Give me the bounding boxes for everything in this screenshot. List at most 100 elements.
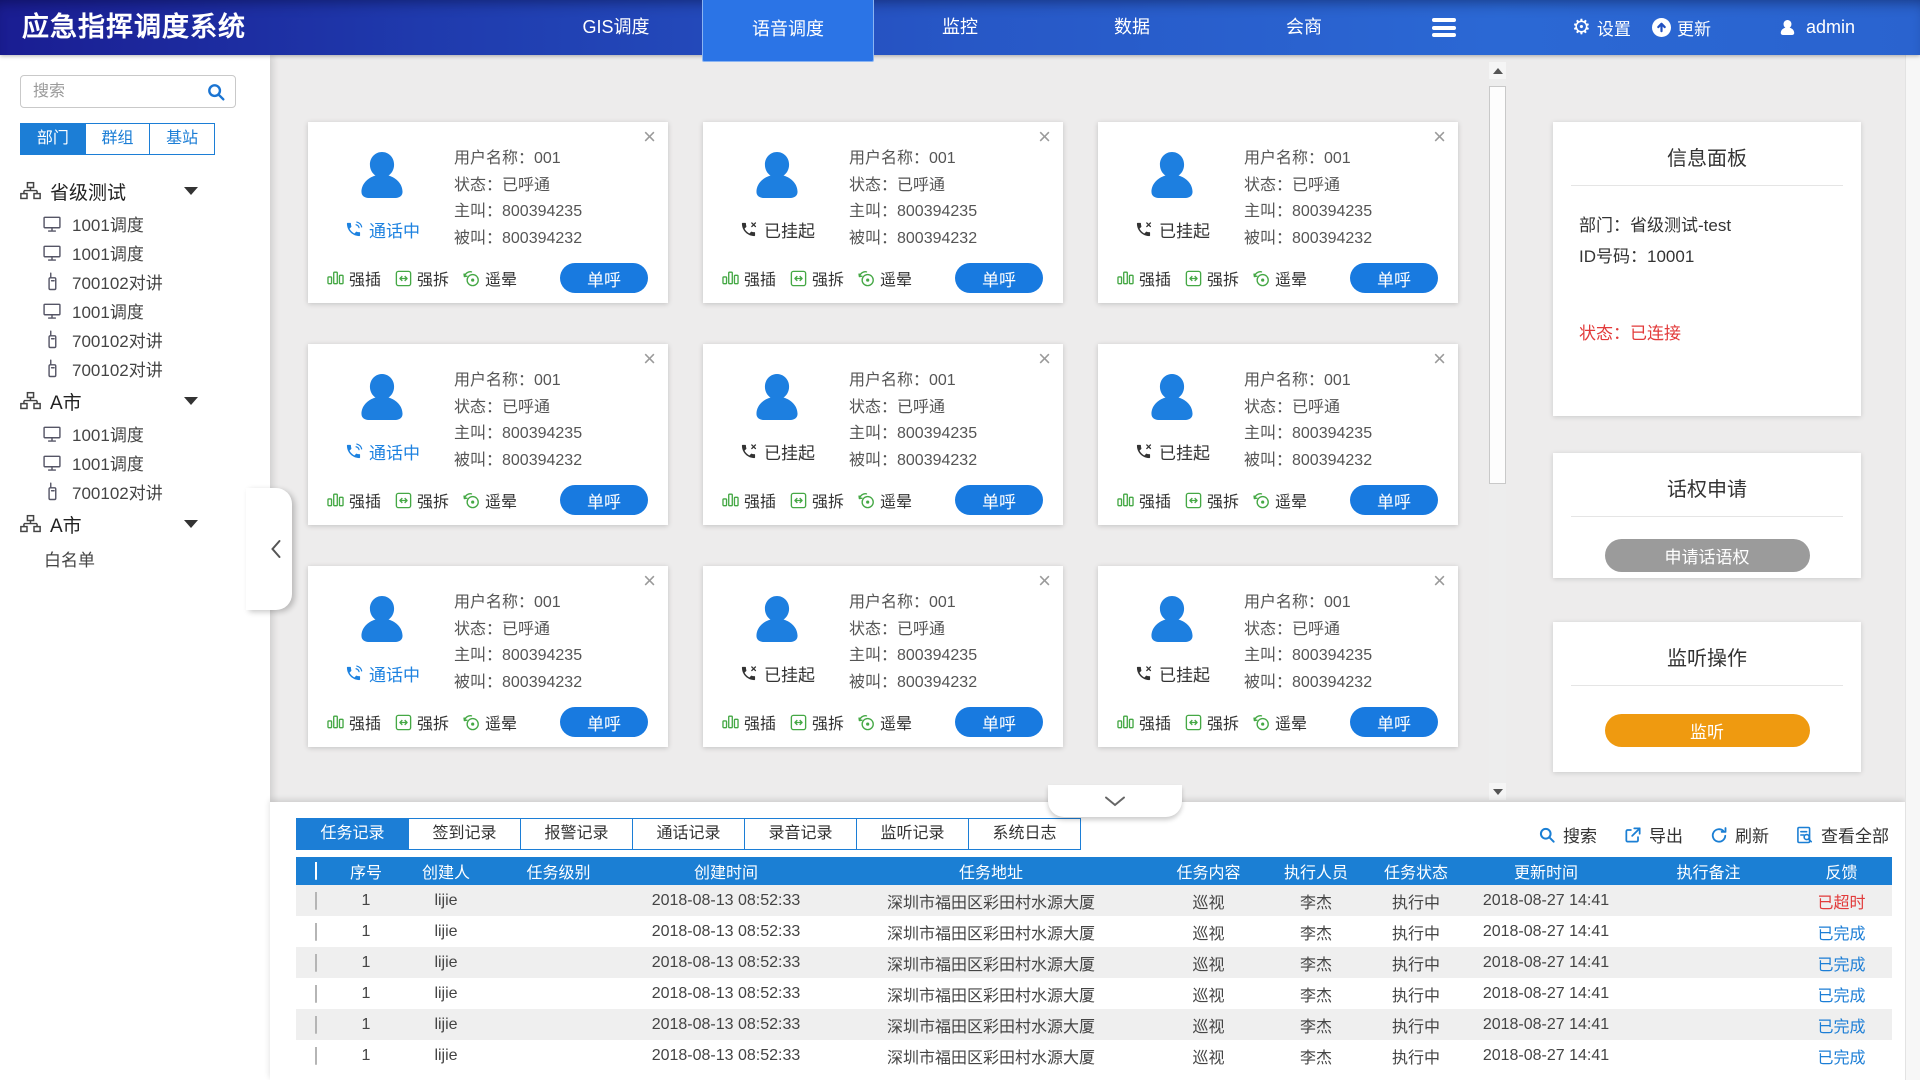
tree-group-row[interactable]: A市: [20, 383, 198, 419]
force-insert-button[interactable]: 强插: [1116, 266, 1171, 290]
single-call-button[interactable]: 单呼: [955, 485, 1043, 515]
close-icon[interactable]: ×: [1038, 348, 1051, 370]
force-release-button[interactable]: 强拆: [394, 710, 449, 734]
table-row[interactable]: 1 lijie 2018-08-13 08:52:33 深圳市福田区彩田村水源大…: [296, 947, 1892, 978]
force-release-button[interactable]: 强拆: [789, 710, 844, 734]
table-row[interactable]: 1 lijie 2018-08-13 08:52:33 深圳市福田区彩田村水源大…: [296, 916, 1892, 947]
record-tab[interactable]: 任务记录: [296, 818, 409, 850]
view-all-button[interactable]: 查看全部: [1795, 822, 1889, 847]
tree-item[interactable]: 1001调度: [20, 419, 270, 448]
tree-item[interactable]: 1001调度: [20, 238, 270, 267]
monitor-button[interactable]: 监听: [1605, 714, 1810, 747]
remote-stun-button[interactable]: 遥晕: [857, 710, 912, 734]
sidebar-tab[interactable]: 基站: [149, 123, 215, 155]
row-checkbox[interactable]: [315, 954, 317, 972]
close-icon[interactable]: ×: [1038, 570, 1051, 592]
force-release-button[interactable]: 强拆: [1184, 710, 1239, 734]
single-call-button[interactable]: 单呼: [560, 707, 648, 737]
record-tab[interactable]: 监听记录: [856, 818, 969, 850]
close-icon[interactable]: ×: [643, 348, 656, 370]
tree-item[interactable]: 1001调度: [20, 296, 270, 325]
row-checkbox[interactable]: [315, 1016, 317, 1034]
page-scrollbar[interactable]: [1905, 55, 1920, 1080]
search-button[interactable]: 搜索: [1537, 822, 1597, 847]
force-insert-button[interactable]: 强插: [721, 710, 776, 734]
force-release-button[interactable]: 强拆: [394, 488, 449, 512]
sidebar-collapse-handle[interactable]: [246, 488, 292, 610]
bottom-panel-collapse-handle[interactable]: [1048, 785, 1182, 817]
force-release-button[interactable]: 强拆: [789, 266, 844, 290]
tree-item[interactable]: 700102对讲: [20, 477, 270, 506]
record-tab[interactable]: 录音记录: [744, 818, 857, 850]
nav-item-3[interactable]: 数据: [1046, 0, 1218, 55]
tree-item[interactable]: 700102对讲: [20, 325, 270, 354]
force-insert-button[interactable]: 强插: [1116, 710, 1171, 734]
scroll-up-icon[interactable]: [1489, 62, 1506, 79]
record-tab[interactable]: 签到记录: [408, 818, 521, 850]
force-release-button[interactable]: 强拆: [394, 266, 449, 290]
remote-stun-button[interactable]: 遥晕: [857, 488, 912, 512]
single-call-button[interactable]: 单呼: [560, 263, 648, 293]
table-row[interactable]: 1 lijie 2018-08-13 08:52:33 深圳市福田区彩田村水源大…: [296, 1040, 1892, 1071]
single-call-button[interactable]: 单呼: [1350, 485, 1438, 515]
close-icon[interactable]: ×: [1433, 126, 1446, 148]
tree-item[interactable]: 1001调度: [20, 448, 270, 477]
force-insert-button[interactable]: 强插: [326, 266, 381, 290]
caret-down-icon[interactable]: [184, 397, 198, 405]
force-insert-button[interactable]: 强插: [326, 710, 381, 734]
search-icon[interactable]: [205, 81, 227, 103]
record-tab[interactable]: 通话记录: [632, 818, 745, 850]
tree-group-row[interactable]: A市: [20, 506, 198, 542]
export-button[interactable]: 导出: [1623, 822, 1683, 847]
user-menu[interactable]: admin: [1778, 0, 1855, 55]
table-row[interactable]: 1 lijie 2018-08-13 08:52:33 深圳市福田区彩田村水源大…: [296, 978, 1892, 1009]
remote-stun-button[interactable]: 遥晕: [1252, 710, 1307, 734]
cards-scrollbar[interactable]: [1489, 62, 1506, 800]
scroll-down-icon[interactable]: [1489, 783, 1506, 800]
select-all-checkbox[interactable]: [315, 862, 317, 880]
force-insert-button[interactable]: 强插: [721, 488, 776, 512]
nav-item-1[interactable]: 语音调度: [702, 0, 874, 62]
tree-item[interactable]: 700102对讲: [20, 267, 270, 296]
row-checkbox[interactable]: [315, 985, 317, 1003]
sidebar-tab[interactable]: 部门: [20, 123, 86, 155]
caret-down-icon[interactable]: [184, 520, 198, 528]
hamburger-menu-icon[interactable]: [1432, 18, 1456, 37]
single-call-button[interactable]: 单呼: [1350, 263, 1438, 293]
record-tab[interactable]: 报警记录: [520, 818, 633, 850]
force-release-button[interactable]: 强拆: [789, 488, 844, 512]
close-icon[interactable]: ×: [643, 570, 656, 592]
single-call-button[interactable]: 单呼: [560, 485, 648, 515]
refresh-button[interactable]: 刷新: [1709, 822, 1769, 847]
sidebar-tab[interactable]: 群组: [85, 123, 151, 155]
apply-talk-right-button[interactable]: 申请话语权: [1605, 539, 1810, 572]
remote-stun-button[interactable]: 遥晕: [1252, 266, 1307, 290]
table-row[interactable]: 1 lijie 2018-08-13 08:52:33 深圳市福田区彩田村水源大…: [296, 885, 1892, 916]
single-call-button[interactable]: 单呼: [955, 263, 1043, 293]
table-row[interactable]: 1 lijie 2018-08-13 08:52:33 深圳市福田区彩田村水源大…: [296, 1009, 1892, 1040]
force-insert-button[interactable]: 强插: [1116, 488, 1171, 512]
remote-stun-button[interactable]: 遥晕: [462, 488, 517, 512]
close-icon[interactable]: ×: [1038, 126, 1051, 148]
force-insert-button[interactable]: 强插: [326, 488, 381, 512]
caret-down-icon[interactable]: [184, 187, 198, 195]
row-checkbox[interactable]: [315, 1047, 317, 1065]
scrollbar-thumb[interactable]: [1489, 86, 1506, 484]
remote-stun-button[interactable]: 遥晕: [462, 710, 517, 734]
force-release-button[interactable]: 强拆: [1184, 488, 1239, 512]
row-checkbox[interactable]: [315, 923, 317, 941]
close-icon[interactable]: ×: [643, 126, 656, 148]
search-input[interactable]: [20, 75, 236, 108]
update-button[interactable]: 更新: [1652, 0, 1711, 55]
single-call-button[interactable]: 单呼: [955, 707, 1043, 737]
nav-item-4[interactable]: 会商: [1218, 0, 1390, 55]
remote-stun-button[interactable]: 遥晕: [1252, 488, 1307, 512]
tree-item[interactable]: 700102对讲: [20, 354, 270, 383]
row-checkbox[interactable]: [315, 892, 317, 910]
tree-group-row[interactable]: 省级测试: [20, 173, 198, 209]
tree-item[interactable]: 白名单: [20, 542, 270, 575]
close-icon[interactable]: ×: [1433, 570, 1446, 592]
force-release-button[interactable]: 强拆: [1184, 266, 1239, 290]
tree-item[interactable]: 1001调度: [20, 209, 270, 238]
force-insert-button[interactable]: 强插: [721, 266, 776, 290]
